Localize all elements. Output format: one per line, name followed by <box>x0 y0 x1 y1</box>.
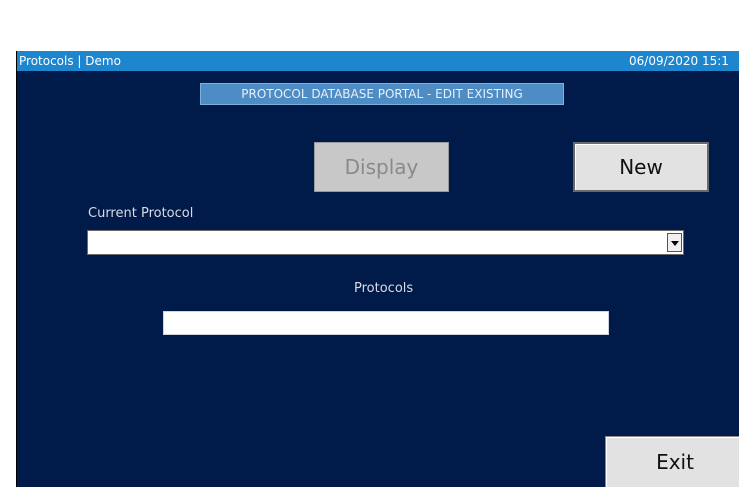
current-protocol-select[interactable] <box>87 230 684 255</box>
exit-button[interactable]: Exit <box>605 436 739 487</box>
protocols-window: Protocols | Demo 06/09/2020 15:1 PROTOCO… <box>16 51 739 487</box>
page-banner: PROTOCOL DATABASE PORTAL - EDIT EXISTING <box>200 83 564 105</box>
protocols-label: Protocols <box>354 281 414 296</box>
display-button[interactable]: Display <box>314 142 449 192</box>
chevron-down-icon[interactable] <box>667 233 682 252</box>
new-button[interactable]: New <box>573 142 709 192</box>
title-bar: Protocols | Demo 06/09/2020 15:1 <box>17 51 739 71</box>
datetime-display: 06/09/2020 15:1 <box>629 54 729 68</box>
window-title: Protocols | Demo <box>19 54 121 68</box>
current-protocol-label: Current Protocol <box>88 206 194 221</box>
protocols-field[interactable] <box>163 311 609 335</box>
